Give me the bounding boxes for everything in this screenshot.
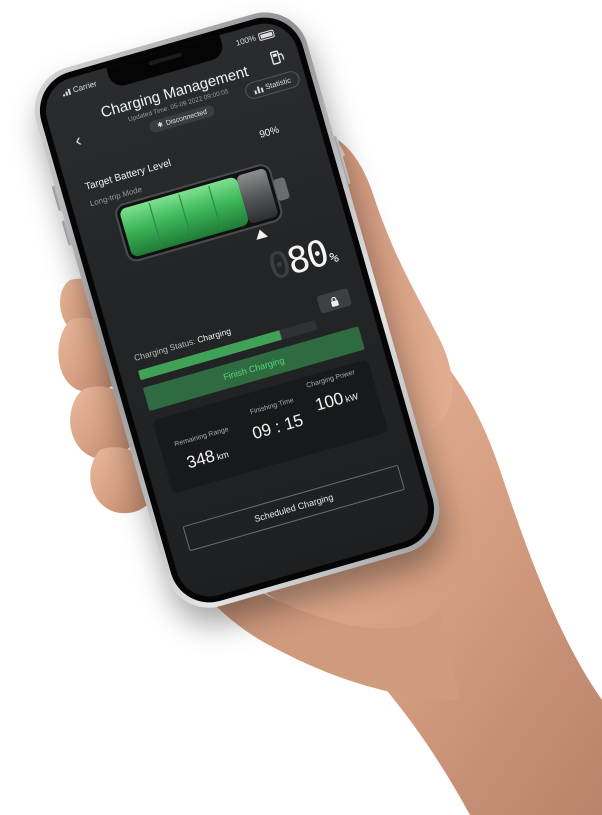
signal-icon bbox=[62, 88, 72, 97]
target-level-percent: 90% bbox=[258, 124, 281, 141]
remaining-range-value: 348 bbox=[184, 446, 217, 473]
remaining-range-stat: Remaining Range 348km bbox=[167, 424, 244, 477]
target-level-marker[interactable] bbox=[253, 227, 268, 240]
lock-button[interactable] bbox=[316, 287, 353, 314]
charging-power-value: 100 bbox=[313, 388, 346, 415]
battery-icon bbox=[257, 28, 276, 41]
charging-status-value: Charging bbox=[196, 325, 232, 345]
remaining-range-unit: km bbox=[215, 449, 230, 463]
battery-percent: 100% bbox=[234, 33, 257, 48]
product-shot: Carrier 100% ‹ Charging Management Updat… bbox=[0, 0, 602, 815]
battery-info: 100% bbox=[234, 28, 276, 48]
bluetooth-icon: ✱ bbox=[156, 121, 165, 130]
carrier-label: Carrier bbox=[71, 79, 98, 95]
current-charge-display: 0 80 % bbox=[264, 230, 342, 289]
carrier-info: Carrier bbox=[61, 79, 98, 97]
charging-power-unit: kW bbox=[344, 391, 360, 405]
statistic-label: Statistic bbox=[264, 75, 292, 92]
lock-icon bbox=[331, 296, 339, 307]
bar-chart-icon bbox=[253, 85, 264, 95]
charging-power-stat: Charging Power 100kW bbox=[296, 366, 373, 419]
